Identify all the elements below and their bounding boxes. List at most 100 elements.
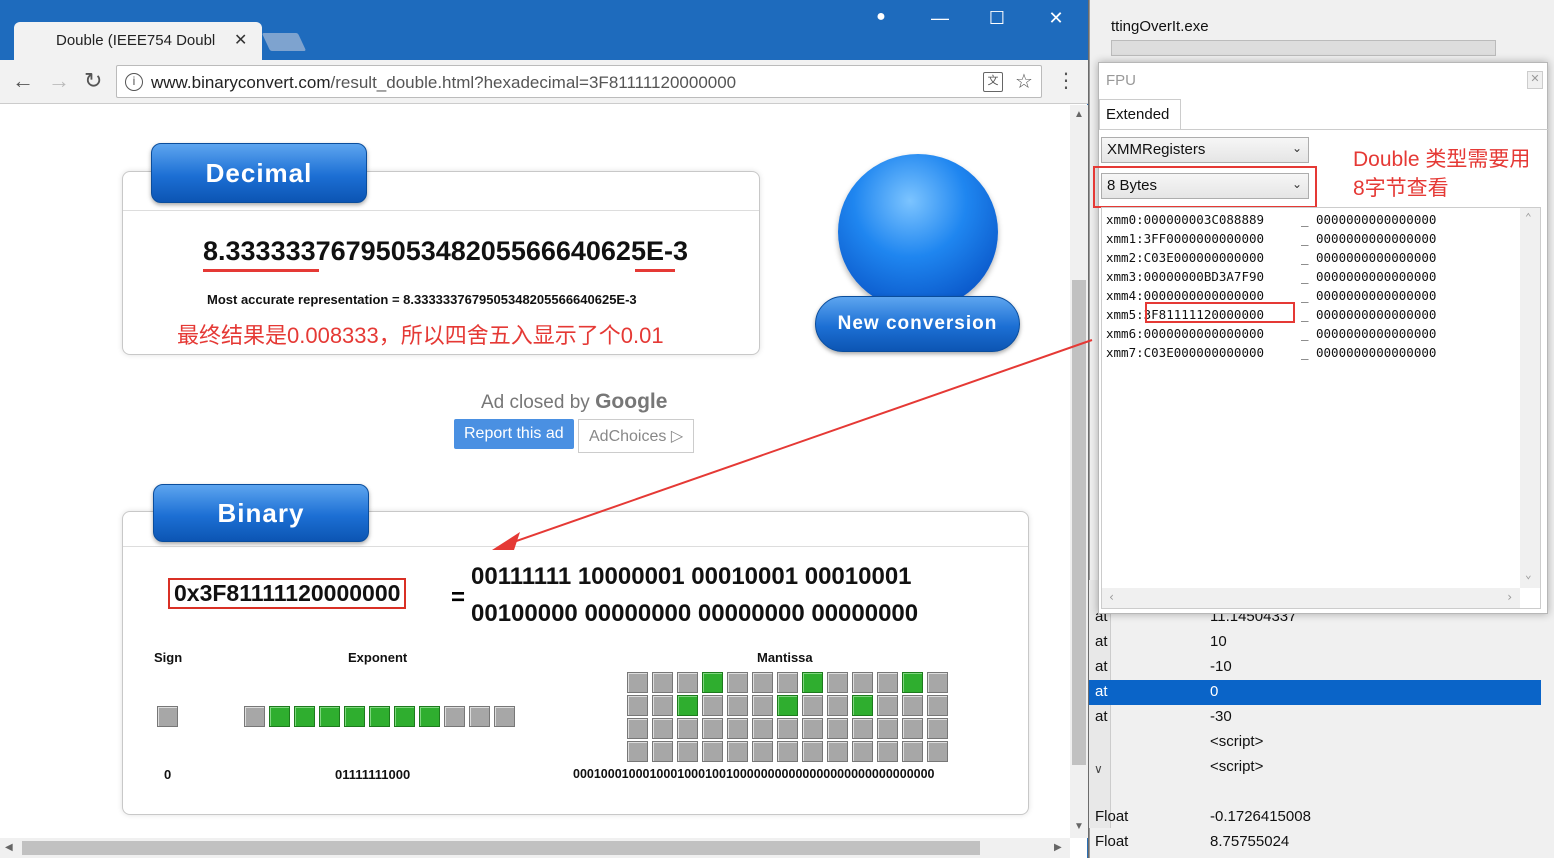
register-row[interactable]: xmm0:000000003C088889 _ 0000000000000000: [1106, 212, 1436, 227]
register-high-value: 0000000000000000: [1316, 326, 1437, 341]
bit-cell: [627, 718, 648, 739]
register-set-dropdown[interactable]: XMMRegisters ⌄: [1101, 137, 1309, 163]
scroll-left-icon[interactable]: ◀: [5, 842, 13, 853]
bit-cell: [627, 741, 648, 762]
scroll-thumb[interactable]: [1072, 280, 1086, 765]
value-row[interactable]: at 0: [1089, 680, 1541, 705]
register-row[interactable]: xmm3:00000000BD3A7F90 _ 0000000000000000: [1106, 269, 1436, 284]
progress-bar: [1111, 40, 1496, 56]
bookmark-star-icon[interactable]: ☆: [1015, 69, 1033, 94]
register-value: xmm2:C03E000000000000: [1106, 250, 1265, 265]
register-list[interactable]: ⌃ ⌄ ‹ › xmm0:000000003C088889 _ 0000000000…: [1101, 207, 1541, 609]
report-ad-button[interactable]: Report this ad: [454, 419, 574, 449]
scroll-left-icon[interactable]: ‹: [1108, 590, 1115, 604]
value-row[interactable]: at -10: [1089, 655, 1541, 680]
scroll-right-icon[interactable]: ›: [1506, 590, 1513, 604]
bit-cell: [727, 741, 748, 762]
new-conversion-globe[interactable]: [838, 154, 998, 310]
bit-cell: [752, 695, 773, 716]
value-type: Float: [1095, 833, 1129, 850]
profile-icon[interactable]: ●: [866, 8, 896, 26]
register-high-value: 0000000000000000: [1316, 212, 1437, 227]
bit-cell: [319, 706, 340, 727]
scroll-up-icon[interactable]: ⌃: [1525, 211, 1532, 224]
divider: [123, 546, 1028, 547]
url-path: /result_double.html?hexadecimal=3F811111…: [330, 73, 737, 92]
register-row[interactable]: xmm6:0000000000000000 _ 0000000000000000: [1106, 326, 1436, 341]
bit-cell: [802, 718, 823, 739]
value-row[interactable]: [1089, 780, 1541, 805]
value-text: 10: [1210, 633, 1227, 650]
value-text: <script>: [1210, 758, 1264, 775]
register-row[interactable]: xmm2:C03E000000000000 _ 0000000000000000: [1106, 250, 1436, 265]
scroll-down-icon[interactable]: ⌄: [1525, 568, 1532, 581]
horizontal-scrollbar[interactable]: ◀ ▶: [0, 838, 1070, 858]
google-label: Google: [595, 390, 668, 413]
register-row[interactable]: xmm4:0000000000000000 _ 0000000000000000: [1106, 288, 1436, 303]
scroll-down-icon[interactable]: ▼: [1074, 821, 1084, 832]
value-row[interactable]: at 10: [1089, 630, 1541, 655]
bit-cell: [802, 672, 823, 693]
value-row[interactable]: at -30: [1089, 705, 1541, 730]
divider: [123, 210, 759, 211]
list-scrollbar[interactable]: ⌃ ⌄: [1520, 208, 1540, 588]
register-high-value: 0000000000000000: [1316, 269, 1437, 284]
bit-cell: [752, 672, 773, 693]
bit-cell: [494, 706, 515, 727]
bit-cell: [902, 695, 923, 716]
value-row[interactable]: Float 8.75755024: [1089, 830, 1541, 855]
bit-cell: [827, 695, 848, 716]
chevron-down-icon: ⌄: [1291, 141, 1302, 155]
register-row[interactable]: xmm1:3FF0000000000000 _ 0000000000000000: [1106, 231, 1436, 246]
bit-cell: [419, 706, 440, 727]
scroll-right-icon[interactable]: ▶: [1054, 842, 1062, 853]
close-window-button[interactable]: ✕: [1041, 8, 1071, 29]
forward-icon[interactable]: →: [48, 68, 70, 94]
bit-cell: [652, 695, 673, 716]
menu-icon[interactable]: ⋮: [1056, 68, 1076, 93]
register-value: xmm4:0000000000000000: [1106, 288, 1265, 303]
scroll-thumb[interactable]: [22, 841, 980, 855]
bit-cell: [652, 741, 673, 762]
scroll-up-icon[interactable]: ▲: [1074, 109, 1084, 120]
browser-tab[interactable]: Double (IEEE754 Doubl ✕: [14, 22, 262, 60]
ad-closed-label: Ad closed by: [481, 392, 590, 413]
bit-cell: [827, 672, 848, 693]
tab-close-icon[interactable]: ✕: [234, 30, 247, 50]
url-text[interactable]: www.binaryconvert.com/result_double.html…: [151, 73, 736, 93]
bit-cell: [752, 718, 773, 739]
register-row[interactable]: xmm7:C03E000000000000 _ 0000000000000000: [1106, 345, 1436, 360]
list-hscrollbar[interactable]: ‹ ›: [1102, 588, 1520, 608]
register-value: xmm1:3FF0000000000000: [1106, 231, 1265, 246]
new-tab-button[interactable]: [261, 33, 307, 51]
back-icon[interactable]: ←: [12, 68, 34, 94]
minimize-button[interactable]: —: [925, 8, 955, 29]
value-row[interactable]: <script>: [1089, 755, 1541, 780]
separator: _: [1301, 231, 1309, 246]
translate-icon[interactable]: 文: [983, 72, 1003, 92]
tab-extended[interactable]: Extended: [1099, 99, 1181, 129]
reload-icon[interactable]: ↻: [84, 68, 102, 94]
info-icon[interactable]: i: [125, 73, 143, 91]
bit-cell: [927, 741, 948, 762]
bit-cell: [902, 741, 923, 762]
new-conversion-button[interactable]: New conversion: [815, 296, 1020, 352]
vertical-scrollbar[interactable]: ▲ ▼: [1070, 105, 1088, 838]
close-icon[interactable]: ✕: [1527, 71, 1543, 89]
value-row[interactable]: <script>: [1089, 730, 1541, 755]
bit-cell: [269, 706, 290, 727]
adchoices-button[interactable]: AdChoices ▷: [578, 419, 695, 453]
bit-cell: [702, 672, 723, 693]
value-text: -30: [1210, 708, 1232, 725]
bit-cell: [777, 718, 798, 739]
value-type: at: [1095, 708, 1108, 725]
value-text: -0.1726415008: [1210, 808, 1311, 825]
value-row[interactable]: Float -0.1726415008: [1089, 805, 1541, 830]
annotation-note-line1: Double 类型需要用: [1353, 148, 1531, 171]
bit-cell: [927, 718, 948, 739]
bit-cell: [877, 695, 898, 716]
address-bar[interactable]: i www.binaryconvert.com/result_double.ht…: [116, 65, 1042, 98]
maximize-button[interactable]: ☐: [982, 8, 1012, 29]
bit-cell: [702, 718, 723, 739]
bit-cell: [777, 695, 798, 716]
